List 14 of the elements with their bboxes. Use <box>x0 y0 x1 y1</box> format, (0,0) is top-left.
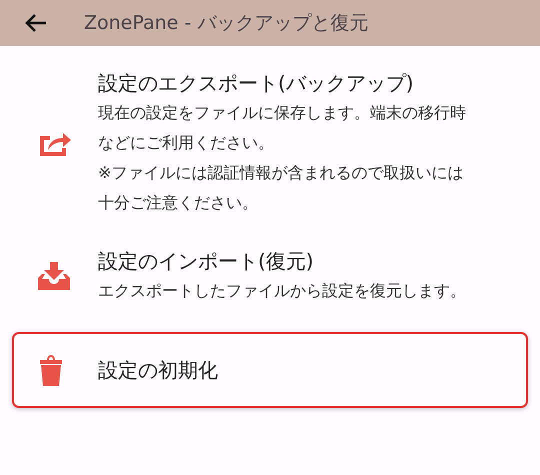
item-title: 設定のインポート(復元) <box>98 248 315 275</box>
item-description: 現在の設定をファイルに保存します。端末の移行時などにご利用ください。 <box>98 102 467 154</box>
item-title: 設定の初期化 <box>98 357 219 384</box>
download-tray-icon <box>38 262 70 290</box>
back-arrow-icon[interactable] <box>24 13 48 33</box>
item-title: 設定のエクスポート(バックアップ) <box>98 70 415 97</box>
share-icon <box>38 130 72 156</box>
item-description: ※ファイルには認証情報が含まれるので取扱いには十分ご注意ください。 <box>98 162 464 214</box>
setting-item[interactable]: 設定のエクスポート(バックアップ) 現在の設定をファイルに保存します。端末の移行時などにご利用ください。 ※ファイルには認証情報が含まれるので取扱いには十分ご注意ください。 <box>12 66 528 220</box>
screen-title: ZonePane - バックアップと復元 <box>84 11 368 36</box>
trash-can-icon <box>38 354 64 386</box>
setting-item[interactable]: 設定の初期化 <box>12 332 528 408</box>
setting-item[interactable]: 設定のインポート(復元) エクスポートしたファイルから設定を復元します。 <box>12 238 528 314</box>
item-description: エクスポートしたファイルから設定を復元します。 <box>98 280 467 302</box>
